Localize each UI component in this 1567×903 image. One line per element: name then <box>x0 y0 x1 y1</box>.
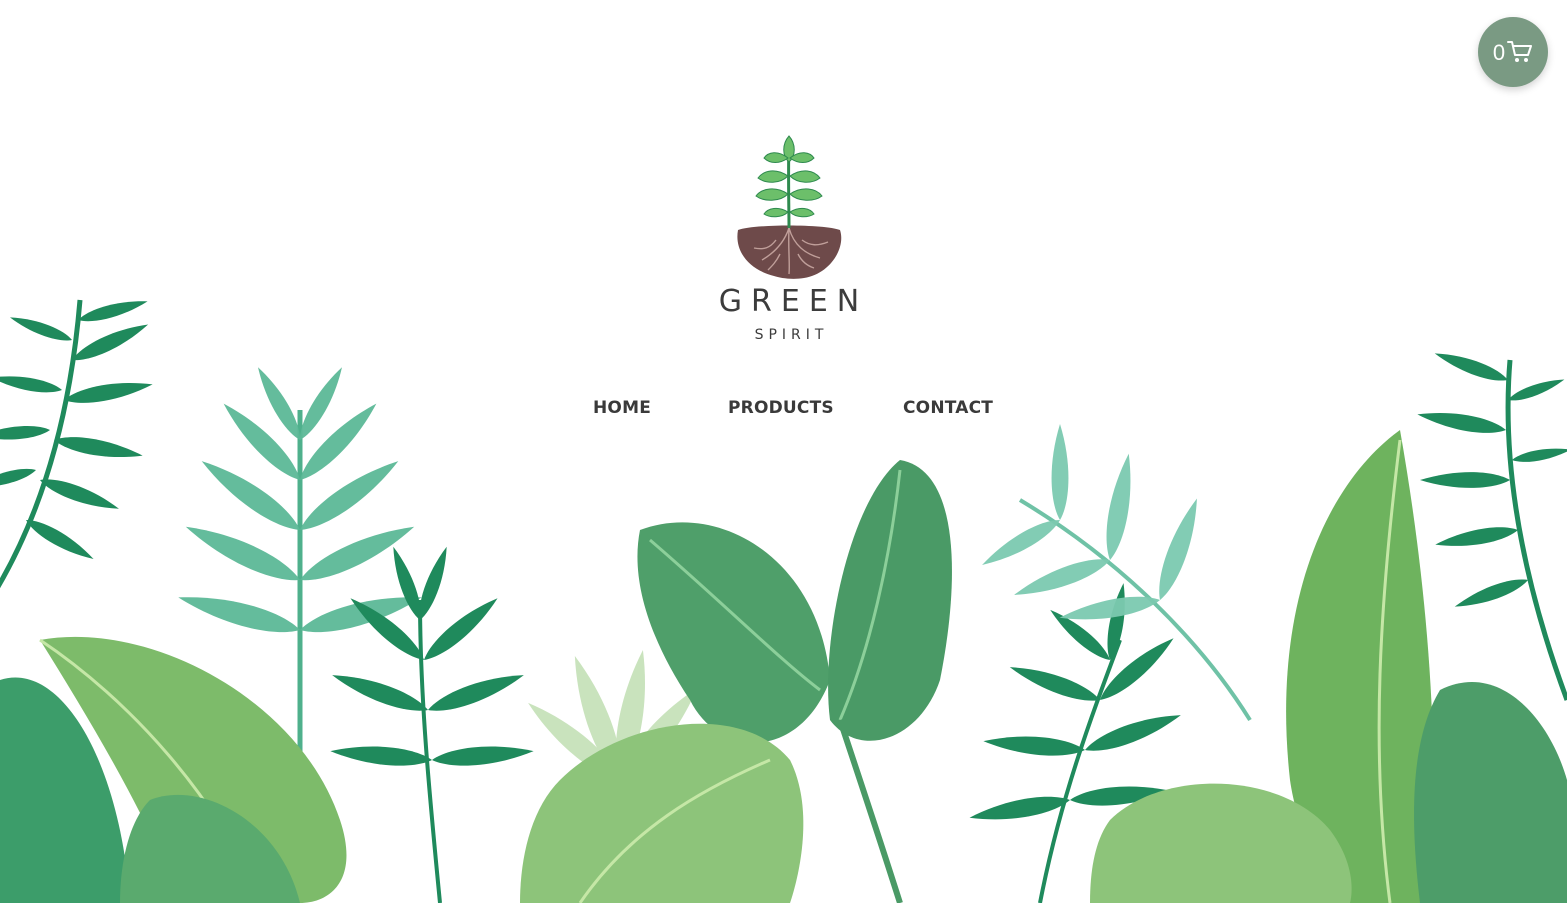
nav-contact[interactable]: CONTACT <box>903 398 993 418</box>
nav-home[interactable]: HOME <box>593 398 651 418</box>
cart-button[interactable]: 0 <box>1478 17 1548 87</box>
brand-name: GREEN <box>718 284 869 319</box>
palm-frond-left <box>0 295 155 589</box>
page: 0 GREEN SPIRIT HOME PRODUCTS CONTACT <box>0 0 1567 903</box>
brand-logo[interactable]: GREEN SPIRIT <box>684 128 894 348</box>
nav-products[interactable]: PRODUCTS <box>728 398 834 418</box>
palm-center-left <box>329 544 535 903</box>
fern-right <box>978 424 1252 722</box>
leaf-bottom-center <box>520 723 804 903</box>
cart-count: 0 <box>1492 40 1506 65</box>
sprout-with-roots-icon <box>737 135 842 279</box>
brand-tagline: SPIRIT <box>754 327 829 343</box>
main-nav: HOME PRODUCTS CONTACT <box>0 398 1567 424</box>
shopping-cart-icon <box>1507 41 1533 62</box>
